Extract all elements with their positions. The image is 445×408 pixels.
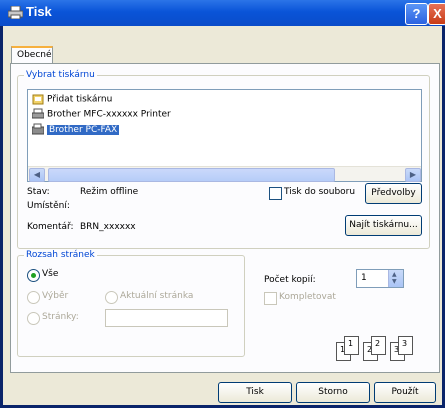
collate-page: 2 (371, 336, 386, 355)
fax-icon (32, 123, 44, 135)
cancel-button[interactable]: Storno (296, 382, 370, 403)
radio-selected-dot (31, 273, 36, 278)
range-selection-label: Výběr (42, 291, 69, 301)
scroll-left-icon[interactable]: ◀ (29, 168, 45, 182)
printer-list[interactable]: Přidat tiskárnu Brother MFC-xxxxxx Print… (27, 89, 422, 182)
spin-up-icon[interactable]: ▲ (392, 271, 397, 278)
range-current-page-radio[interactable] (105, 291, 118, 304)
copies-value: 1 (361, 273, 367, 283)
printer-group: Vybrat tiskárnu Přidat tiskárnu Brother … (17, 70, 430, 249)
status-value: Režim offline (80, 187, 139, 197)
copies-input[interactable]: 1 ▲ ▼ (356, 269, 404, 288)
scroll-thumb[interactable] (48, 168, 335, 182)
printer-icon (8, 6, 23, 19)
dialog-client-area: Obecné Vybrat tiskárnu Přidat tiskárnu B… (3, 26, 442, 405)
list-item-label: Brother PC-FAX (47, 124, 120, 135)
collate-label: Kompletovat (279, 292, 336, 302)
window-title: Tisk (26, 4, 52, 19)
spin-down-icon[interactable]: ▼ (392, 278, 397, 285)
comment-label: Komentář: (27, 222, 74, 232)
add-printer-icon (32, 94, 44, 105)
collate-page: 3 (398, 336, 413, 355)
copies-spinner[interactable]: ▲ ▼ (388, 270, 403, 287)
print-dialog-window: Tisk ? X Obecné Vybrat tiskárnu Přidat t… (0, 0, 445, 408)
list-item[interactable]: Přidat tiskárnu (32, 93, 112, 107)
list-item-label: Přidat tiskárnu (47, 94, 113, 105)
range-pages-label: Stránky: (42, 312, 79, 322)
range-all-label: Vše (42, 269, 59, 279)
range-selection-radio[interactable] (27, 291, 40, 304)
list-item[interactable]: Brother PC-FAX (32, 123, 120, 137)
page-range-title: Rozsah stránek (24, 250, 97, 260)
printer-icon (32, 108, 44, 119)
help-button[interactable]: ? (405, 3, 428, 25)
location-label: Umístění: (27, 201, 70, 211)
range-current-page-label: Aktuální stránka (120, 291, 194, 301)
preferences-button[interactable]: Předvolby (365, 183, 422, 204)
scroll-right-icon[interactable]: ▶ (405, 168, 421, 182)
tab-general-label: Obecné (17, 50, 52, 60)
collate-checkbox[interactable] (264, 292, 277, 305)
print-to-file-label: Tisk do souboru (284, 187, 356, 197)
printer-group-title: Vybrat tiskárnu (24, 70, 97, 80)
close-button[interactable]: X (428, 3, 445, 25)
list-item[interactable]: Brother MFC-xxxxxx Printer (32, 108, 171, 122)
status-label: Stav: (27, 187, 50, 197)
range-all-radio[interactable] (27, 269, 40, 282)
range-pages-radio[interactable] (27, 312, 40, 325)
pages-input[interactable] (105, 309, 228, 327)
find-printer-button[interactable]: Najít tiskárnu... (345, 215, 422, 236)
print-to-file-checkbox[interactable] (269, 187, 282, 200)
list-item-label: Brother MFC-xxxxxx Printer (47, 109, 171, 120)
copies-label: Počet kopií: (264, 275, 316, 285)
tab-panel: Vybrat tiskárnu Přidat tiskárnu Brother … (10, 63, 440, 373)
page-range-group: Rozsah stránek Vše Výběr Aktuální stránk… (17, 250, 245, 357)
comment-value: BRN_xxxxxx (80, 222, 136, 232)
apply-button[interactable]: Použít (374, 382, 436, 403)
collate-page: 1 (344, 336, 359, 355)
title-bar[interactable]: Tisk ? X (0, 0, 445, 26)
print-button[interactable]: Tisk (218, 382, 292, 403)
horizontal-scrollbar[interactable]: ◀ ▶ (28, 166, 421, 182)
